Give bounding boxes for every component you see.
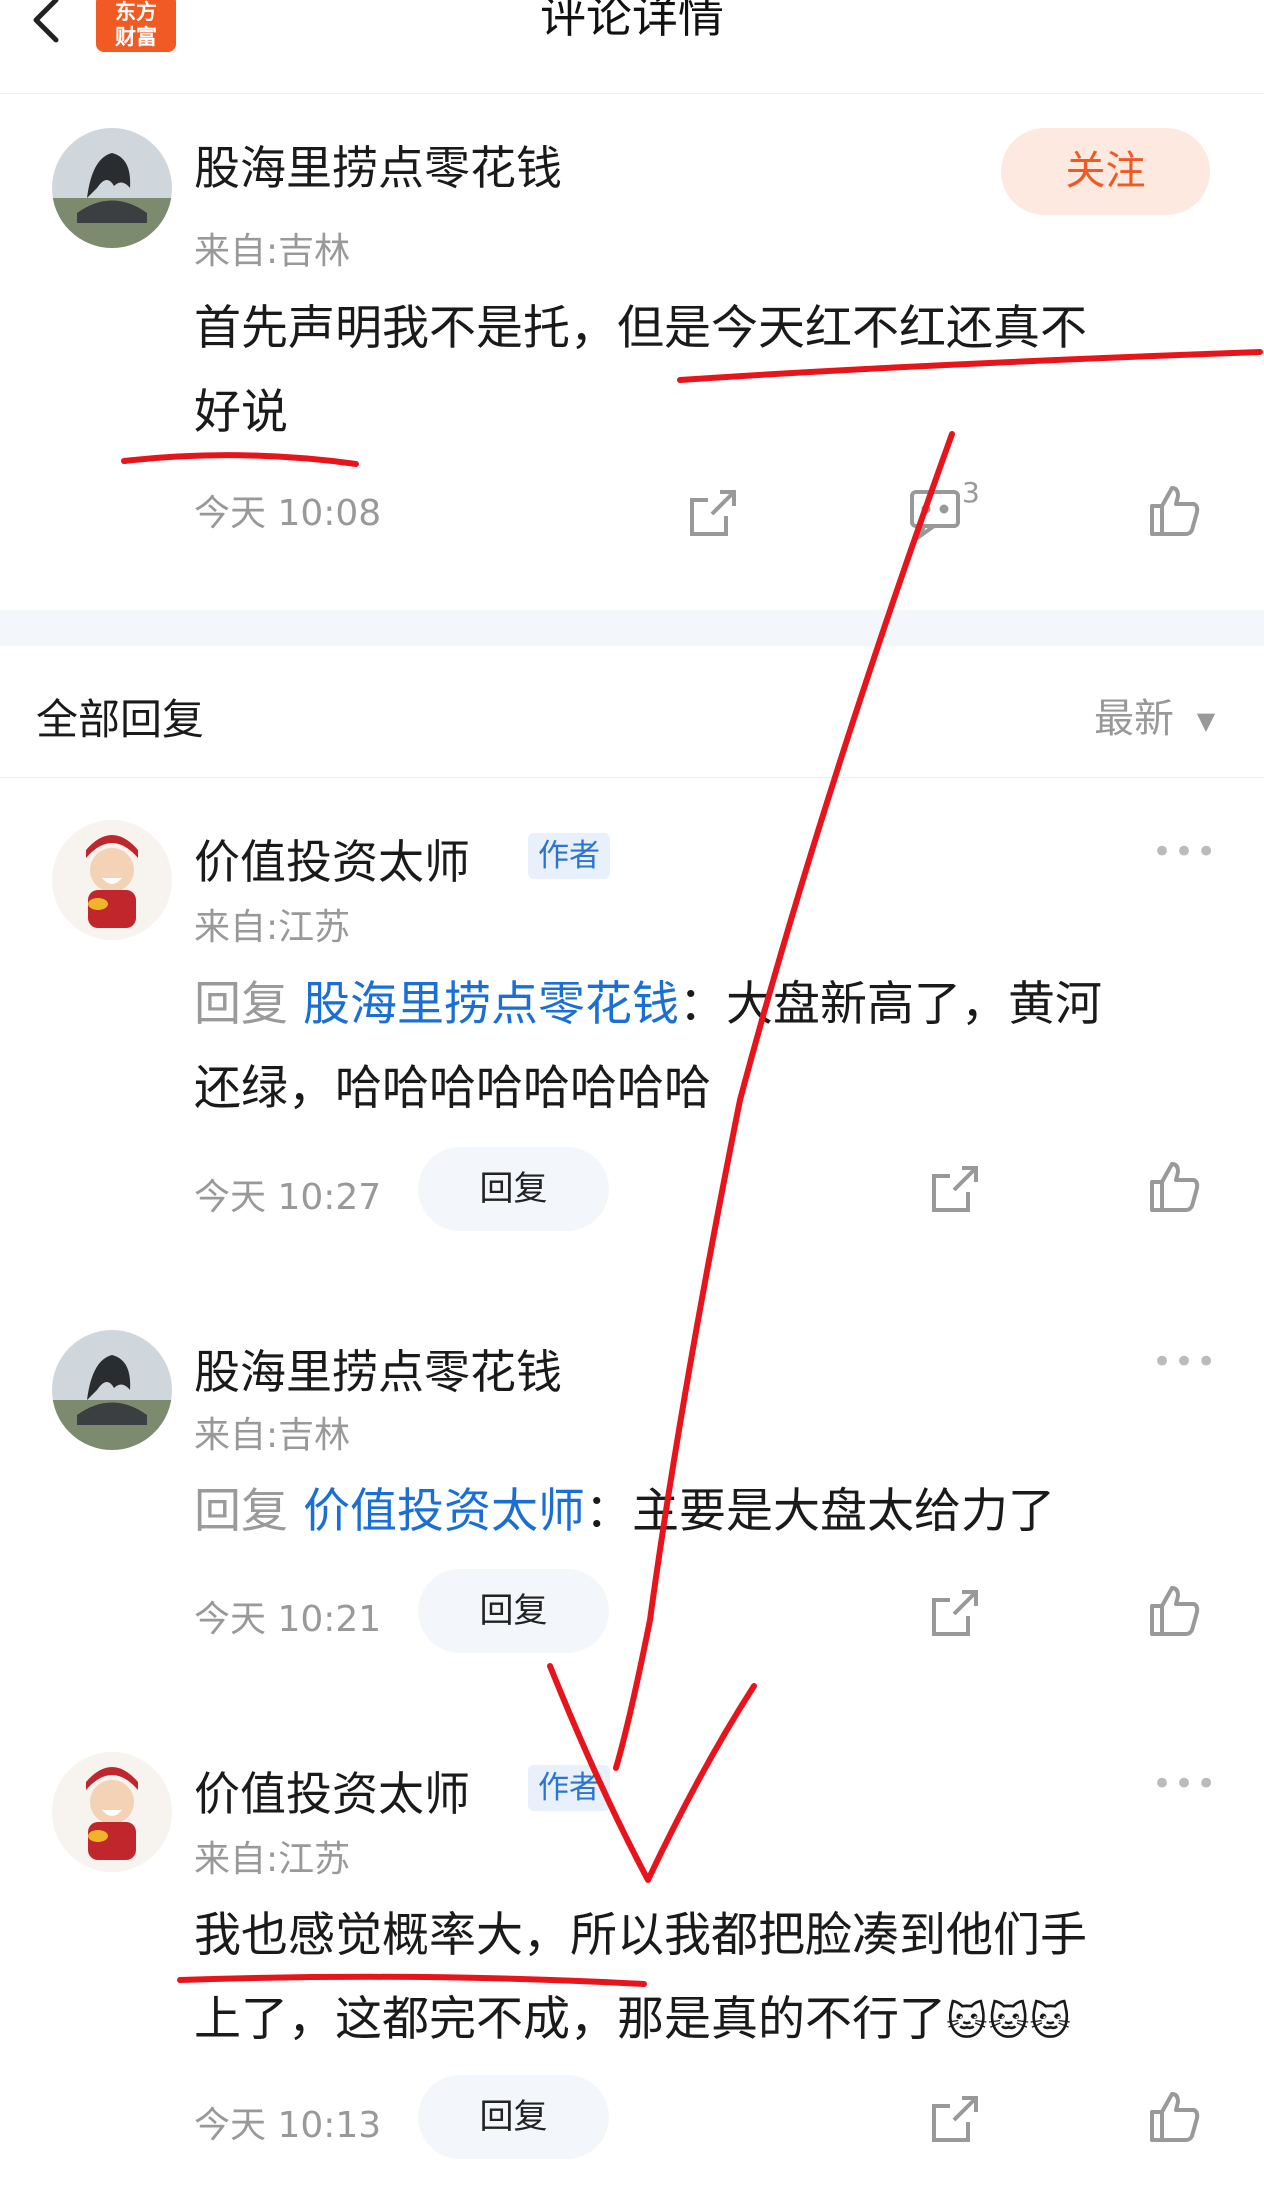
reply-text: 我也感觉概率大，所以我都把脸凑到他们手	[194, 1908, 1087, 1963]
like-icon[interactable]	[1148, 1584, 1202, 1638]
reply-text: ：大盘新高了，黄河	[678, 977, 1102, 1032]
page-title: 评论详情	[540, 0, 724, 43]
reply-time: 今天 10:27	[194, 1177, 382, 1218]
comment-count: 3	[962, 476, 980, 509]
like-icon[interactable]	[1148, 1160, 1202, 1214]
reply-body: 回复 股海里捞点零花钱：大盘新高了，黄河 还绿，哈哈哈哈哈哈哈哈	[194, 963, 1102, 1131]
comment-body: 首先声明我不是托，但是今天红不红还真不 好说	[194, 287, 1087, 455]
reply-button[interactable]: 回复	[418, 1147, 609, 1231]
reply-author-name[interactable]: 股海里捞点零花钱	[194, 1336, 562, 1402]
share-icon[interactable]	[686, 486, 740, 540]
reply-body: 回复 价值投资太师：主要是大盘太给力了	[194, 1470, 1055, 1554]
comment-icon[interactable]	[908, 486, 962, 542]
like-icon[interactable]	[1148, 2090, 1202, 2144]
replies-section-title: 全部回复	[36, 695, 205, 744]
reply-location: 来自:吉林	[194, 1415, 351, 1456]
comment-body-line: 好说	[194, 385, 288, 440]
reply-location: 来自:江苏	[194, 907, 351, 948]
reply-prefix: 回复	[194, 1484, 288, 1539]
share-icon[interactable]	[928, 1586, 982, 1640]
avatar[interactable]	[52, 820, 172, 940]
reply-author-name[interactable]: 价值投资太师	[194, 826, 470, 892]
reply-time: 今天 10:13	[194, 2105, 382, 2146]
reply-text: 上了，这都完不成，那是真的不行了	[194, 1992, 946, 2047]
more-options-icon[interactable]: •••	[1152, 832, 1218, 872]
sort-dropdown[interactable]: 最新 ▼	[1094, 686, 1215, 744]
reply-text: 还绿，哈哈哈哈哈哈哈哈	[194, 1061, 711, 1116]
underline-stroke	[121, 452, 359, 467]
reply-button[interactable]: 回复	[418, 1569, 609, 1653]
replies-header: 全部回复 最新 ▼	[0, 646, 1264, 778]
more-options-icon[interactable]: •••	[1152, 1764, 1218, 1804]
reply-prefix: 回复	[194, 977, 288, 1032]
comment-time: 今天 10:08	[194, 493, 382, 534]
like-icon[interactable]	[1148, 484, 1202, 538]
author-badge: 作者	[528, 1765, 610, 1811]
follow-button[interactable]: 关注	[1001, 128, 1210, 215]
reply-text: ：主要是大盘太给力了	[584, 1484, 1055, 1539]
top-header: 东方 财富 评论详情	[0, 0, 1264, 94]
reply-time: 今天 10:21	[194, 1599, 382, 1640]
author-badge: 作者	[528, 833, 610, 879]
avatar[interactable]	[52, 1752, 172, 1872]
avatar[interactable]	[52, 128, 172, 248]
sort-label: 最新	[1094, 696, 1174, 742]
comment-body-line: 首先声明我不是托，但是今天红不红还真不	[194, 301, 1087, 356]
reply-to-user-link[interactable]: 价值投资太师	[303, 1484, 585, 1539]
reply-author-name[interactable]: 价值投资太师	[194, 1758, 470, 1824]
avatar[interactable]	[52, 1330, 172, 1450]
comment-author-name[interactable]: 股海里捞点零花钱	[194, 132, 562, 198]
more-options-icon[interactable]: •••	[1152, 1342, 1218, 1382]
comment-location: 来自:吉林	[194, 231, 351, 272]
share-icon[interactable]	[928, 2092, 982, 2146]
reply-to-user-link[interactable]: 股海里捞点零花钱	[303, 977, 679, 1032]
reply-body: 我也感觉概率大，所以我都把脸凑到他们手 上了，这都完不成，那是真的不行了🐱🐱🐱	[194, 1894, 1087, 2064]
cat-emoji-icon: 🐱🐱🐱	[946, 1999, 1072, 2045]
caret-down-icon: ▼	[1196, 707, 1216, 735]
reply-button[interactable]: 回复	[418, 2075, 609, 2159]
reply-location: 来自:江苏	[194, 1839, 351, 1880]
share-icon[interactable]	[928, 1162, 982, 1216]
section-divider	[0, 610, 1264, 646]
